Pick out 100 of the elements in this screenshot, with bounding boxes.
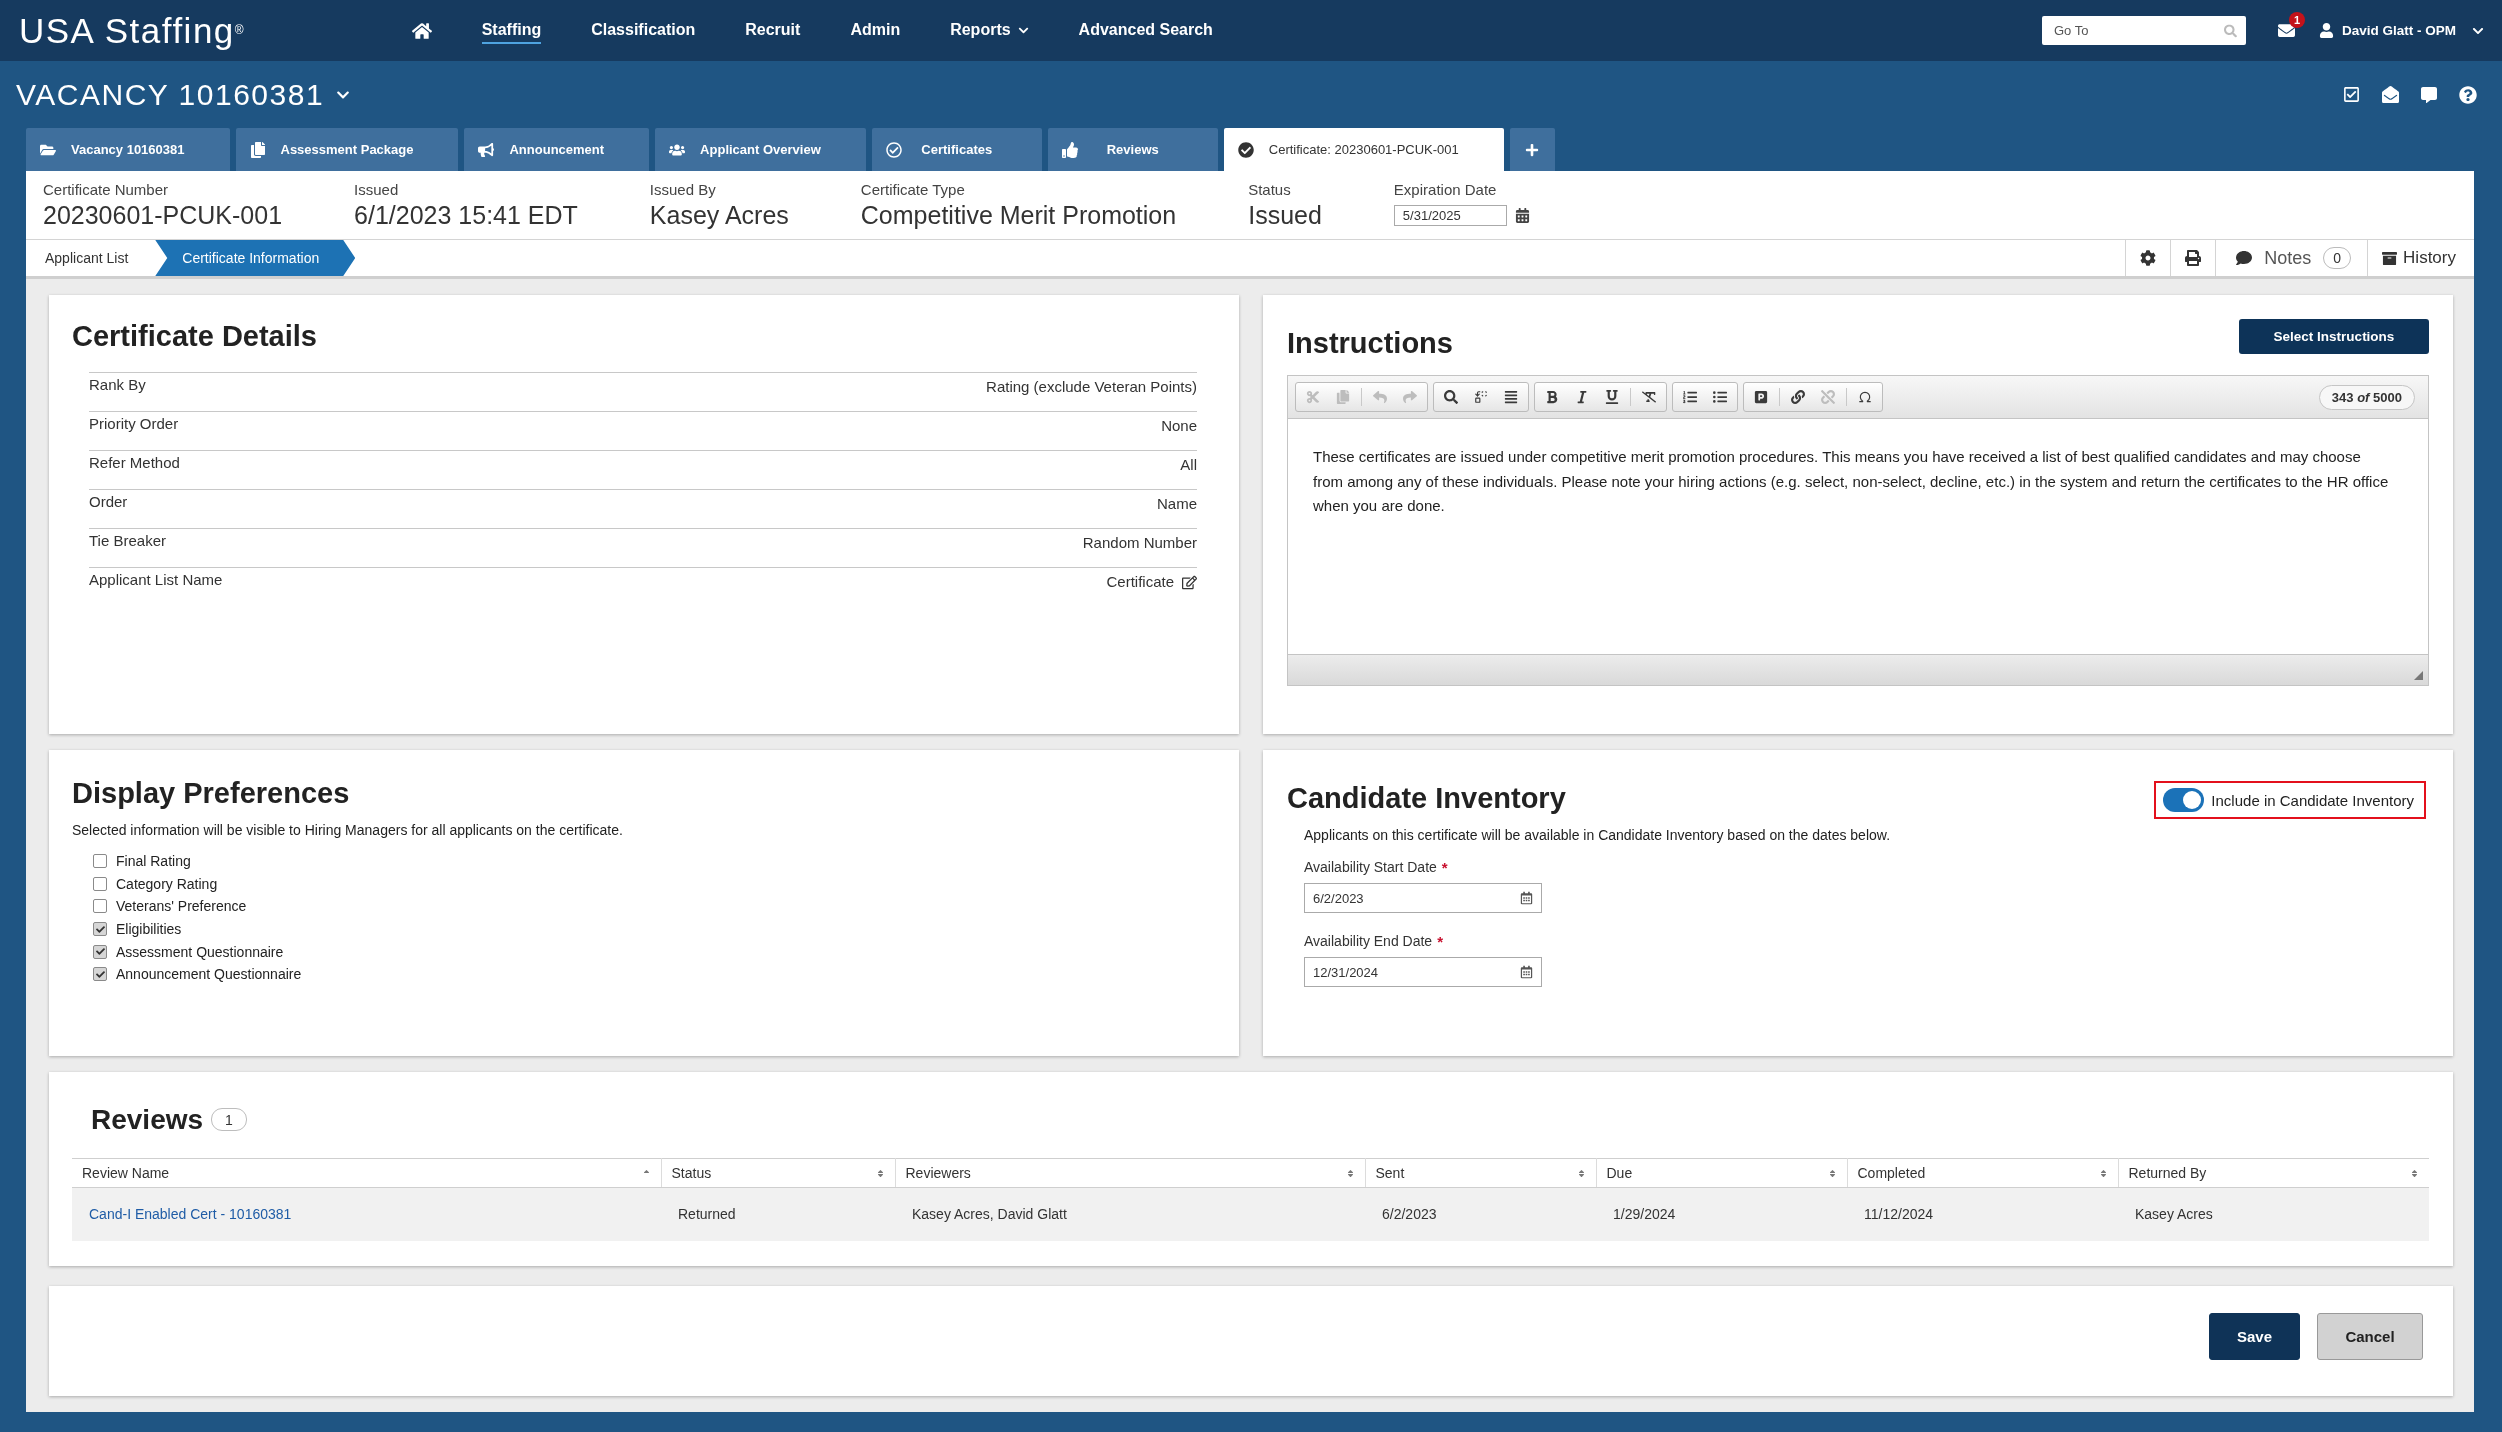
detail-label: Tie Breaker <box>89 532 166 550</box>
field-value: 6/1/2023 15:41 EDT <box>354 201 578 229</box>
checkmark-icon <box>95 969 105 979</box>
nav-item[interactable]: Reports <box>950 17 1029 44</box>
card-title: Reviews <box>91 1103 204 1136</box>
column-header[interactable]: Status <box>661 1158 895 1188</box>
card-title: Certificate Details <box>72 319 318 353</box>
comment-icon <box>2236 250 2253 266</box>
table-cell: Kasey Acres <box>2118 1187 2429 1241</box>
checkbox-label: Eligibilities <box>116 921 182 938</box>
field-value: 20230601-PCUK-001 <box>43 201 283 229</box>
tab[interactable]: Applicant Overview <box>655 128 866 171</box>
checkbox-icon[interactable] <box>2343 86 2360 103</box>
checkbox-label: Category Rating <box>116 875 218 892</box>
cancel-button[interactable]: Cancel <box>2317 1313 2423 1360</box>
calendar-icon[interactable] <box>1520 891 1533 905</box>
checkbox[interactable] <box>93 922 107 937</box>
field-label: Status <box>1248 181 1292 198</box>
character-counter: 343 of 5000 <box>2318 384 2415 410</box>
required-mark: * <box>1437 933 1443 950</box>
numbered-list-icon <box>1683 390 1697 404</box>
card-description: Applicants on this certificate will be available in Candidate Inventory based on the dates below. <box>1304 826 1892 844</box>
calendar-icon[interactable] <box>1514 207 1530 223</box>
checkbox[interactable] <box>93 967 107 982</box>
detail-label: Priority Order <box>89 415 179 433</box>
toggle-switch[interactable] <box>2163 788 2205 812</box>
help-icon[interactable] <box>2459 85 2477 104</box>
save-button[interactable]: Save <box>2209 1313 2300 1360</box>
search-field[interactable]: Go To <box>2042 16 2246 45</box>
breadcrumb-step[interactable]: Certificate Information <box>155 240 356 276</box>
resize-grip-icon[interactable] <box>2414 671 2423 680</box>
nav-item[interactable]: Advanced Search <box>1078 17 1213 44</box>
column-header[interactable]: Completed <box>1847 1158 2118 1188</box>
tab[interactable]: Vacancy 10160381 <box>26 128 230 171</box>
field-label: Certificate Type <box>860 181 966 198</box>
detail-label: Applicant List Name <box>89 571 223 589</box>
checkbox[interactable] <box>93 944 107 959</box>
column-header[interactable]: Due <box>1596 1158 1847 1188</box>
nav-item[interactable]: Staffing <box>481 17 542 44</box>
settings-icon <box>2140 250 2157 266</box>
app-logo[interactable]: USA Staffing$^{®}$ <box>19 10 244 51</box>
checkbox[interactable] <box>93 876 107 891</box>
review-link[interactable]: Cand-I Enabled Cert - 10160381 <box>89 1206 292 1223</box>
detail-label: Rank By <box>89 376 146 394</box>
notes-button[interactable]: Notes 0 <box>2215 240 2368 276</box>
unlink-icon <box>1821 390 1835 404</box>
omega-icon <box>1858 390 1872 404</box>
detail-value: Rating (exclude Veteran Points) <box>986 378 1197 396</box>
italic-icon <box>1575 390 1589 404</box>
count-badge: 0 <box>2323 247 2352 269</box>
card-description: Selected information will be visible to Hiring Managers for all applicants on the certificate. <box>72 821 624 839</box>
field-value: Kasey Acres <box>649 201 789 229</box>
history-button[interactable]: History <box>2367 240 2474 276</box>
link-icon <box>1791 390 1805 404</box>
count-badge: 1 <box>211 1108 247 1131</box>
tab[interactable]: Announcement <box>464 128 650 171</box>
select-instructions-button[interactable]: Select Instructions <box>2239 319 2429 354</box>
detail-value: Random Number <box>1082 534 1197 552</box>
home-icon[interactable] <box>411 20 432 41</box>
vacancy-dropdown[interactable]: VACANCY 10160381 <box>16 77 351 112</box>
card-title: Instructions <box>1287 326 1453 360</box>
tab[interactable]: Reviews <box>1047 128 1218 171</box>
date-input[interactable]: 5/31/2025 <box>1393 204 1507 226</box>
tab[interactable]: Assessment Package <box>235 128 459 171</box>
date-input[interactable]: 6/2/2023 <box>1304 883 1542 913</box>
nav-item[interactable]: Classification <box>591 17 696 44</box>
detail-value: All <box>1180 456 1197 474</box>
column-header[interactable]: Reviewers <box>895 1158 1365 1188</box>
column-header[interactable]: Returned By <box>2118 1158 2429 1188</box>
tab[interactable]: Certificate: 20230601-PCUK-001 <box>1223 128 1504 171</box>
mail-icon[interactable] <box>2278 22 2295 39</box>
breadcrumb-step[interactable]: Applicant List <box>26 240 156 276</box>
envelope-icon[interactable] <box>2382 86 2399 103</box>
search-icon <box>1444 390 1458 404</box>
add-tab-button[interactable] <box>1509 128 1555 171</box>
edit-icon[interactable] <box>1182 574 1197 590</box>
date-input[interactable]: 12/31/2024 <box>1304 957 1542 987</box>
chat-icon[interactable] <box>2421 86 2437 103</box>
field-label: Certificate Number <box>43 181 170 198</box>
checkbox-label: Announcement Questionnaire <box>116 966 302 983</box>
undo-icon <box>1373 390 1387 404</box>
printer-icon <box>2185 250 2202 266</box>
checkbox[interactable] <box>93 854 107 869</box>
nav-item[interactable]: Recruit <box>745 17 801 44</box>
user-menu[interactable]: David Glatt - OPM <box>2319 23 2484 38</box>
checkmark-icon <box>95 924 105 934</box>
plus-icon <box>1525 142 1540 157</box>
tab[interactable]: Certificates <box>871 128 1042 171</box>
detail-value: Certificate <box>1106 573 1174 591</box>
card-title: Display Preferences <box>72 776 351 810</box>
checkbox-label: Assessment Questionnaire <box>116 943 284 960</box>
scissors-icon <box>1306 390 1320 404</box>
column-header[interactable]: Review Name <box>72 1158 661 1188</box>
copy-icon <box>249 141 266 158</box>
detail-value: None <box>1161 417 1197 435</box>
nav-item[interactable]: Admin <box>850 17 901 44</box>
copy-icon <box>1336 390 1350 404</box>
checkbox[interactable] <box>93 899 107 914</box>
calendar-icon[interactable] <box>1520 965 1533 979</box>
column-header[interactable]: Sent <box>1365 1158 1596 1188</box>
